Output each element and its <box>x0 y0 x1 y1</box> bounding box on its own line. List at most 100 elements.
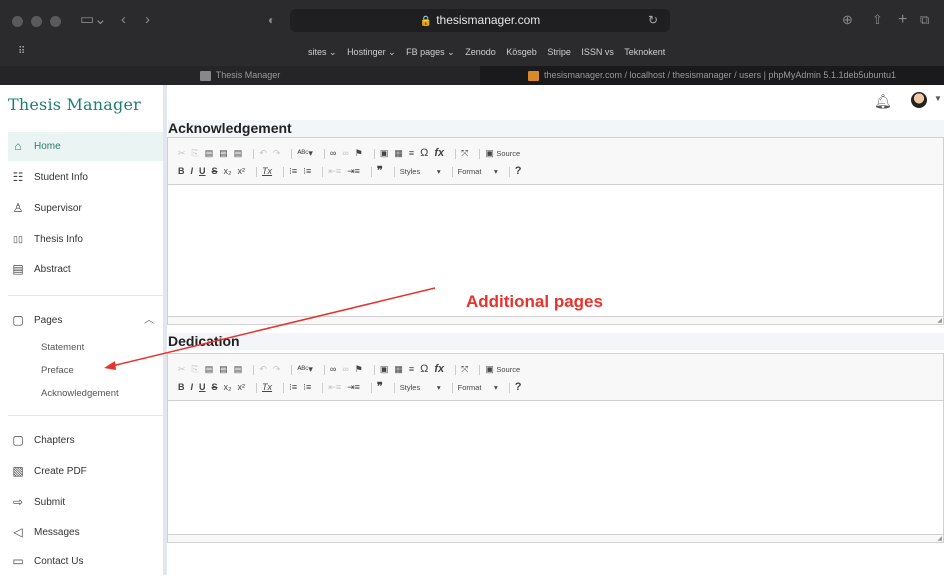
bell-icon[interactable]: 🔔︎ <box>874 93 892 110</box>
indent-icon[interactable]: ⇥≡ <box>347 163 360 179</box>
privacy-shield-icon[interactable]: ◐ <box>268 10 275 30</box>
copy-icon[interactable]: ⎘ <box>192 361 199 377</box>
bold-icon[interactable]: B <box>178 163 185 179</box>
sidebar-item-pages[interactable]: ▢ Pages ︿ <box>8 306 164 335</box>
image-icon[interactable]: ▣ <box>380 145 389 161</box>
maximize-icon[interactable]: ⤧ <box>461 361 468 377</box>
special-char-icon[interactable]: Ω <box>420 145 428 161</box>
indent-icon[interactable]: ⇥≡ <box>347 379 360 395</box>
styles-dropdown[interactable]: Styles ▾ <box>400 164 441 180</box>
table-icon[interactable]: ▦ <box>394 361 403 377</box>
italic-icon[interactable]: I <box>191 379 194 395</box>
source-button[interactable]: ▣ Source <box>485 145 520 162</box>
address-bar[interactable]: 🔒 thesismanager.com ↻ <box>290 9 670 32</box>
superscript-icon[interactable]: x² <box>238 163 246 179</box>
underline-icon[interactable]: U <box>199 379 206 395</box>
dedication-editor[interactable]: ✂ ⎘ ▤ ▤ ▤ ↶ ↷ ᴬᴮᶜ▾ ∞ ∞ ⚑ ▣ ▦ ≡ Ωfx ⤧ ▣ Source B I U Sx₂ x² Tx… <box>167 353 944 543</box>
paste-text-icon[interactable]: ▤ <box>219 145 228 161</box>
remove-format-icon[interactable]: Tx <box>262 163 272 179</box>
sidebar-item-chapters[interactable]: ▢ Chapters <box>8 426 164 455</box>
submenu-acknowledgement[interactable]: Acknowledgement <box>41 387 119 401</box>
help-icon[interactable]: ? <box>515 379 522 395</box>
paste-text-icon[interactable]: ▤ <box>219 361 228 377</box>
unlink-icon[interactable]: ∞ <box>342 361 348 377</box>
format-dropdown[interactable]: Format ▾ <box>458 164 498 180</box>
cut-icon[interactable]: ✂ <box>178 145 186 161</box>
outdent-icon[interactable]: ⇤≡ <box>328 379 341 395</box>
download-icon[interactable]: ⊕ <box>842 10 853 30</box>
favorite-item[interactable]: ISSN vs <box>581 47 614 57</box>
zoom-window-button[interactable] <box>50 16 61 27</box>
strikethrough-icon[interactable]: S <box>212 379 218 395</box>
formula-icon[interactable]: fx <box>434 361 444 377</box>
favorite-item[interactable]: FB pages ⌄ <box>406 47 455 57</box>
unlink-icon[interactable]: ∞ <box>342 145 348 161</box>
sidebar-item-supervisor[interactable]: ♙ Supervisor <box>8 194 164 223</box>
tab-phpmyadmin[interactable]: thesismanager.com / localhost / thesisma… <box>480 66 944 85</box>
back-icon[interactable]: ‹ <box>121 10 126 30</box>
undo-icon[interactable]: ↶ <box>259 145 267 161</box>
redo-icon[interactable]: ↷ <box>273 145 281 161</box>
chevron-down-icon[interactable]: ▼ <box>934 94 942 103</box>
favorite-item[interactable]: Teknokent <box>624 47 665 57</box>
sidebar-item-create-pdf[interactable]: ▧ Create PDF <box>8 457 164 486</box>
tab-overview-icon[interactable]: ⧉ <box>920 10 929 30</box>
horizontal-line-icon[interactable]: ≡ <box>409 361 414 377</box>
special-char-icon[interactable]: Ω <box>420 361 428 377</box>
link-icon[interactable]: ∞ <box>330 361 336 377</box>
horizontal-line-icon[interactable]: ≡ <box>409 145 414 161</box>
sidebar-item-home[interactable]: ⌂ Home <box>8 132 164 161</box>
strikethrough-icon[interactable]: S <box>212 163 218 179</box>
undo-icon[interactable]: ↶ <box>259 361 267 377</box>
favorite-item[interactable]: Zenodo <box>465 47 496 57</box>
subscript-icon[interactable]: x₂ <box>224 379 232 395</box>
blockquote-icon[interactable]: ❞ <box>377 163 383 179</box>
anchor-icon[interactable]: ⚑ <box>355 361 363 377</box>
bold-icon[interactable]: B <box>178 379 185 395</box>
new-tab-icon[interactable]: + <box>898 10 907 30</box>
superscript-icon[interactable]: x² <box>238 379 246 395</box>
grid-icon[interactable]: ⠿ <box>18 46 25 57</box>
outdent-icon[interactable]: ⇤≡ <box>328 163 341 179</box>
redo-icon[interactable]: ↷ <box>273 361 281 377</box>
bulleted-list-icon[interactable]: ⁝≡ <box>303 163 311 179</box>
format-dropdown[interactable]: Format ▾ <box>458 380 498 396</box>
sidebar-item-abstract[interactable]: ▤ Abstract <box>8 255 164 284</box>
sidebar-item-submit[interactable]: ⇨ Submit <box>8 488 164 517</box>
anchor-icon[interactable]: ⚑ <box>355 145 363 161</box>
reload-icon[interactable]: ↻ <box>648 9 658 32</box>
favorite-item[interactable]: Stripe <box>547 47 571 57</box>
blockquote-icon[interactable]: ❞ <box>377 379 383 395</box>
source-button[interactable]: ▣ Source <box>485 361 520 378</box>
resize-handle-icon[interactable]: ◢ <box>937 317 942 324</box>
italic-icon[interactable]: I <box>191 163 194 179</box>
spellcheck-icon[interactable]: ᴬᴮᶜ▾ <box>297 361 313 377</box>
minimize-window-button[interactable] <box>31 16 42 27</box>
paste-word-icon[interactable]: ▤ <box>234 145 243 161</box>
resize-handle-icon[interactable]: ◢ <box>937 535 942 542</box>
copy-icon[interactable]: ⎘ <box>192 145 199 161</box>
maximize-icon[interactable]: ⤧ <box>461 145 468 161</box>
image-icon[interactable]: ▣ <box>380 361 389 377</box>
forward-icon[interactable]: › <box>145 10 150 30</box>
underline-icon[interactable]: U <box>199 163 206 179</box>
favorite-item[interactable]: Hostinger ⌄ <box>347 47 396 57</box>
bulleted-list-icon[interactable]: ⁝≡ <box>303 379 311 395</box>
numbered-list-icon[interactable]: ⁝≡ <box>289 379 297 395</box>
submenu-preface[interactable]: Preface <box>41 364 74 378</box>
cut-icon[interactable]: ✂ <box>178 361 186 377</box>
spellcheck-icon[interactable]: ᴬᴮᶜ▾ <box>297 145 313 161</box>
paste-icon[interactable]: ▤ <box>205 145 214 161</box>
paste-icon[interactable]: ▤ <box>205 361 214 377</box>
sidebar-item-thesis-info[interactable]: ▯▯ Thesis Info <box>8 225 164 254</box>
brand-logo[interactable]: Thesis Manager <box>8 95 141 114</box>
styles-dropdown[interactable]: Styles ▾ <box>400 380 441 396</box>
numbered-list-icon[interactable]: ⁝≡ <box>289 163 297 179</box>
close-window-button[interactable] <box>12 16 23 27</box>
help-icon[interactable]: ? <box>515 163 522 179</box>
avatar[interactable] <box>911 92 927 108</box>
favorite-item[interactable]: sites ⌄ <box>308 47 337 57</box>
formula-icon[interactable]: fx <box>434 145 444 161</box>
sidebar-item-messages[interactable]: ◁ Messages <box>8 518 164 547</box>
paste-word-icon[interactable]: ▤ <box>234 361 243 377</box>
